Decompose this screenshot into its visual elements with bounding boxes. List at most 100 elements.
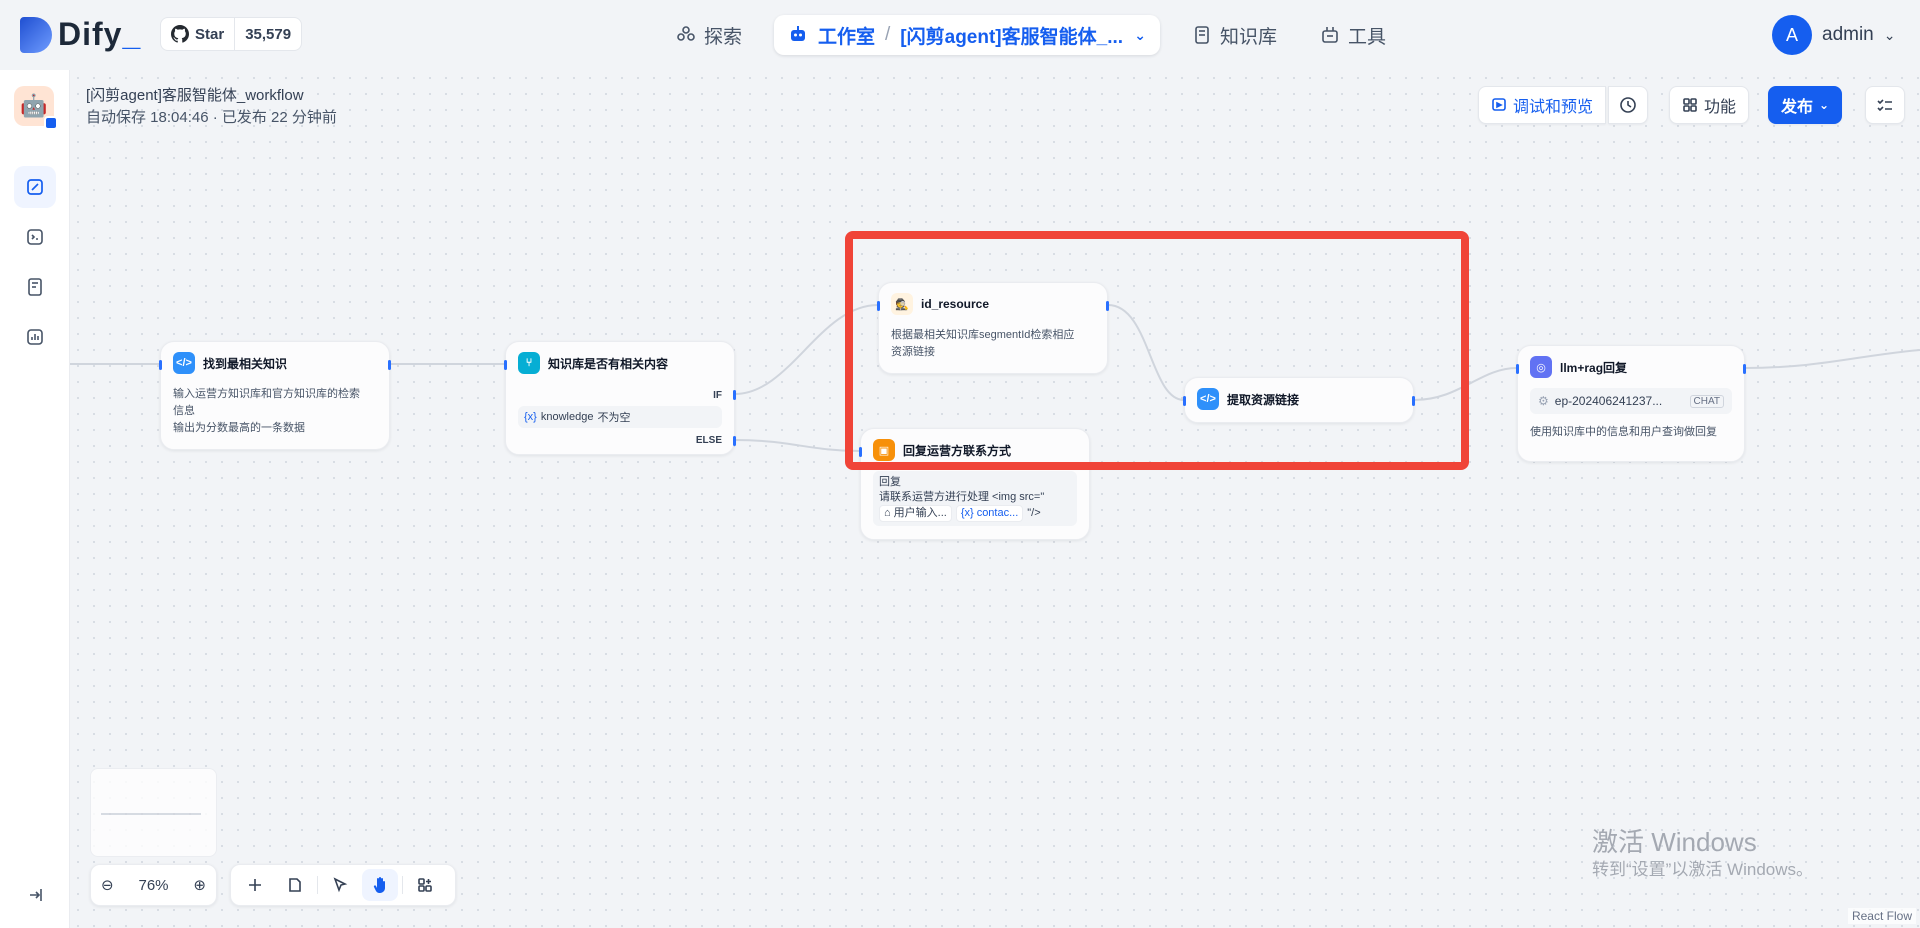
tools-icon [1322, 27, 1338, 43]
publish-button[interactable]: 发布 ⌄ [1768, 86, 1843, 124]
organize-icon[interactable] [407, 869, 443, 901]
zoom-out-icon[interactable]: ⊖ [101, 876, 114, 894]
app-robot-icon[interactable]: 🤖 [14, 86, 58, 130]
user-menu[interactable]: A admin ⌄ [1772, 15, 1895, 55]
checklist-button[interactable] [1865, 86, 1905, 124]
output-handle[interactable] [1412, 396, 1415, 406]
node-title: 提取资源链接 [1227, 392, 1300, 407]
grid-icon [1683, 98, 1697, 112]
windows-activation-title: 激活 Windows [1592, 827, 1757, 857]
branch-icon: ⑂ [518, 352, 540, 374]
star-count: 35,579 [245, 25, 292, 43]
zoom-in-icon[interactable]: ⊕ [193, 876, 206, 894]
avatar: A [1772, 15, 1812, 55]
nav-tools-label: 工具 [1348, 26, 1387, 48]
output-handle[interactable] [1743, 364, 1746, 374]
windows-activation-hint: 转到“设置”以激活 Windows。 [1592, 860, 1814, 879]
chart-icon [27, 329, 43, 345]
dify-logo[interactable]: Dify_ [20, 16, 141, 53]
condition-variable: knowledge [540, 411, 594, 423]
input-handle[interactable] [877, 301, 880, 311]
contact-variable-chip: {x} contac... [955, 505, 1024, 522]
input-handle[interactable] [504, 360, 507, 370]
debug-preview-button[interactable]: 调试和预览 [1478, 86, 1607, 124]
star-label: Star [195, 25, 225, 43]
nav-explore-label: 探索 [704, 26, 743, 48]
node-title: 找到最相关知识 [203, 356, 288, 371]
chevron-down-icon[interactable]: ⌄ [1134, 27, 1146, 44]
node-title: 知识库是否有相关内容 [548, 356, 669, 371]
node-title: id_resource [921, 297, 990, 311]
add-note-icon[interactable] [277, 869, 313, 901]
node-id-resource[interactable]: 🕵 id_resource 根据最相关知识库segmentId检索相应 资源链接 [877, 282, 1109, 374]
code-icon: </> [173, 352, 195, 374]
llm-icon: ◎ [1530, 356, 1552, 378]
model-selector[interactable]: ⚙ ep-202406241237... CHAT [1530, 388, 1732, 414]
github-star-button[interactable]: Star 35,579 [160, 17, 303, 51]
sidebar-api[interactable] [14, 216, 56, 258]
user-name: admin [1822, 24, 1874, 45]
else-label: ELSE [695, 435, 722, 446]
nav-knowledge[interactable]: 知识库 [1192, 18, 1277, 52]
dify-logo-mark [20, 16, 52, 53]
add-node-icon[interactable] [237, 869, 273, 901]
nav-studio-label[interactable]: 工作室 [818, 22, 875, 49]
history-icon [1620, 97, 1636, 113]
github-icon [171, 25, 189, 43]
node-reply-contact[interactable]: ▣ 回复运营方联系方式 回复 请联系运营方进行处理 <img src=" ⌂ 用户… [859, 428, 1090, 540]
workflow-badge-icon [44, 116, 58, 130]
nav-studio-current-app[interactable]: 工作室 / [闪剪agent]客服智能体_... ⌄ [774, 15, 1160, 55]
react-flow-attribution[interactable]: React Flow [1847, 908, 1916, 924]
output-handle[interactable] [1106, 301, 1109, 311]
current-app-name[interactable]: [闪剪agent]客服智能体_... [900, 22, 1123, 49]
autosave-status: 自动保存 18:04:46 · 已发布 22 分钟前 [86, 109, 337, 126]
chevron-down-icon: ⌄ [1883, 26, 1896, 43]
run-history-button[interactable] [1608, 86, 1648, 124]
input-handle[interactable] [1183, 396, 1186, 406]
logs-icon [28, 278, 42, 296]
if-output-handle[interactable] [733, 390, 736, 400]
reply-line: 请联系运营方进行处理 <img src=" [879, 491, 1045, 503]
sidebar-logs[interactable] [14, 266, 56, 308]
hand-icon[interactable] [362, 869, 398, 901]
node-extract-link[interactable]: </> 提取资源链接 [1183, 377, 1415, 423]
nav-explore[interactable]: 探索 [676, 18, 742, 52]
features-button[interactable]: 功能 [1669, 86, 1750, 124]
minimap[interactable] [90, 768, 217, 857]
features-label: 功能 [1704, 99, 1737, 116]
sidebar-monitoring[interactable] [14, 316, 56, 358]
book-icon [1195, 26, 1209, 44]
node-llm-rag[interactable]: ◎ llm+rag回复 ⚙ ep-202406241237... CHAT 使用… [1516, 345, 1746, 462]
reply-tail: "/> [1027, 507, 1041, 519]
condition-row: {x} knowledge 不为空 [518, 406, 722, 428]
nav-tools[interactable]: 工具 [1320, 18, 1386, 52]
user-input-chip: ⌂ 用户输入... [879, 505, 952, 522]
input-handle[interactable] [1516, 364, 1519, 374]
pointer-icon[interactable] [322, 869, 358, 901]
input-handle[interactable] [159, 360, 162, 370]
agent-avatar-icon: 🕵 [891, 293, 913, 315]
publish-label: 发布 [1781, 99, 1814, 116]
brand-name: Dify [58, 16, 123, 52]
output-handle[interactable] [388, 360, 391, 370]
collapse-sidebar-icon[interactable] [20, 880, 50, 910]
debug-preview-label: 调试和预览 [1513, 99, 1594, 116]
variable-icon: {x} [524, 411, 537, 423]
model-name: ep-202406241237... [1554, 394, 1663, 408]
if-label: IF [713, 390, 722, 401]
home-icon: ⌂ [884, 507, 891, 519]
debug-icon [1492, 98, 1506, 111]
else-output-handle[interactable] [733, 436, 736, 446]
left-sidebar: 🤖 [0, 70, 70, 928]
zoom-level[interactable]: 76% [138, 877, 168, 894]
canvas-toolbar [230, 864, 456, 906]
reply-label: 回复 [879, 476, 901, 488]
app-title: [闪剪agent]客服智能体_workflow [86, 87, 304, 104]
input-handle[interactable] [859, 447, 862, 457]
zoom-controls: ⊖ 76% ⊕ [90, 864, 217, 906]
sidebar-orchestrate[interactable] [14, 166, 56, 208]
condition-operator: 不为空 [597, 412, 631, 424]
node-title: 回复运营方联系方式 [903, 443, 1012, 458]
node-if-else[interactable]: ⑂ 知识库是否有相关内容 IF {x} knowledge 不为空 ELSE [504, 341, 736, 455]
node-find-knowledge[interactable]: </> 找到最相关知识 输入运营方知识库和官方知识库的检索 信息 输出为分数最高… [159, 341, 391, 450]
